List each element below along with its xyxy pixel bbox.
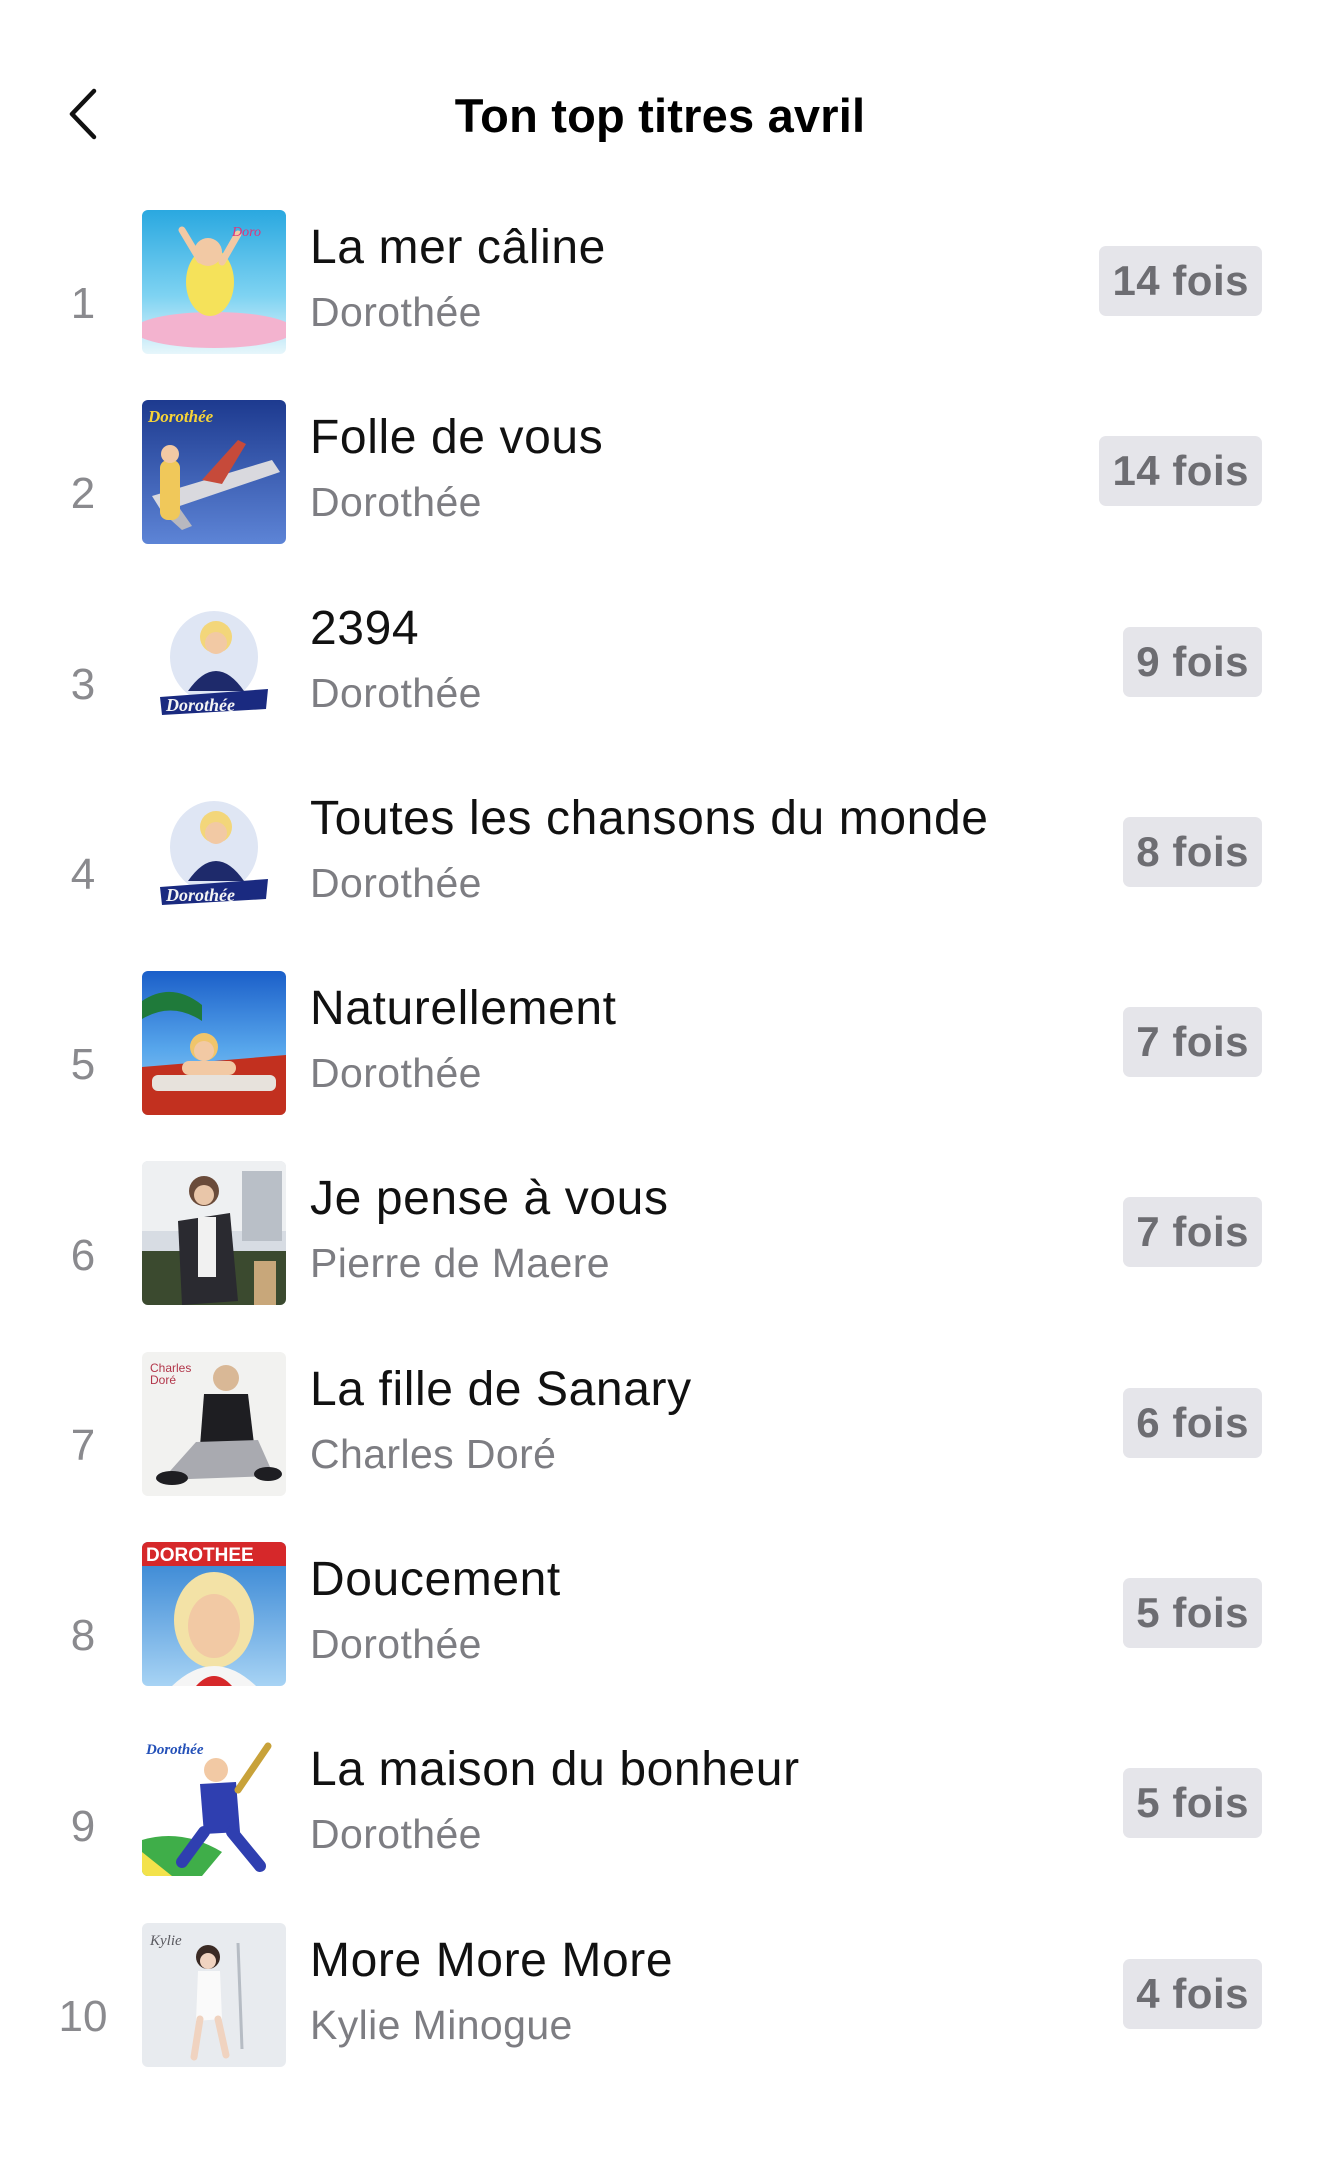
chevron-left-icon bbox=[69, 88, 97, 140]
track-title: La maison du bonheur bbox=[310, 1743, 800, 1797]
track-info: Toutes les chansons du monde Dorothée bbox=[310, 790, 1090, 908]
track-title: More More More bbox=[310, 1933, 674, 1987]
track-rank: 10 bbox=[58, 1991, 108, 2041]
play-count-badge: 4 fois bbox=[1123, 1958, 1262, 2029]
track-info: La maison du bonheur Dorothée bbox=[310, 1741, 1090, 1859]
track-artist: Dorothée bbox=[310, 1621, 482, 1668]
svg-text:Dorothée: Dorothée bbox=[165, 885, 235, 905]
track-row[interactable]: 8 DOROTHEE Doucement Dorothée 5 fois bbox=[0, 1541, 1320, 1731]
track-info: Je pense à vous Pierre de Maere bbox=[310, 1170, 1090, 1288]
album-cover: Dorothée bbox=[142, 590, 286, 735]
track-artist: Dorothée bbox=[310, 479, 482, 526]
play-count-badge: 5 fois bbox=[1123, 1768, 1262, 1839]
play-count-badge: 7 fois bbox=[1123, 1007, 1262, 1078]
svg-text:Doré: Doré bbox=[150, 1373, 176, 1387]
play-count-badge: 5 fois bbox=[1123, 1578, 1262, 1649]
track-title: 2394 bbox=[310, 601, 420, 655]
track-row[interactable]: 3 Dorothée 2394 Dorothée 9 fois bbox=[0, 590, 1320, 780]
track-info: Doucement Dorothée bbox=[310, 1551, 1090, 1669]
play-count-badge: 14 fois bbox=[1099, 246, 1262, 316]
svg-text:Dorothée: Dorothée bbox=[165, 695, 235, 715]
track-artist: Charles Doré bbox=[310, 1430, 557, 1477]
album-cover: Dorothée bbox=[142, 780, 286, 925]
track-row[interactable]: 2 Dorothée Folle de vous Dorothée 14 foi… bbox=[0, 399, 1320, 589]
track-info: La fille de Sanary Charles Doré bbox=[310, 1361, 1090, 1479]
track-artist: Dorothée bbox=[310, 669, 482, 716]
track-rank: 4 bbox=[70, 850, 96, 900]
track-row[interactable]: 6 Je pense à vous Pierre de Maere 7 fois bbox=[0, 1160, 1320, 1350]
album-cover bbox=[142, 971, 286, 1116]
svg-text:Dorothée: Dorothée bbox=[147, 407, 214, 426]
album-cover: Dorothée bbox=[142, 400, 286, 545]
track-artist: Dorothée bbox=[310, 289, 482, 335]
track-rank: 6 bbox=[70, 1230, 96, 1280]
svg-text:Dorothée: Dorothée bbox=[145, 1742, 204, 1758]
track-row[interactable]: 7 Charles Doré La fille de Sanary Charle… bbox=[0, 1351, 1320, 1541]
track-title: La mer câline bbox=[310, 221, 606, 274]
track-info: Folle de vous Dorothée bbox=[310, 409, 1090, 527]
track-artist: Pierre de Maere bbox=[310, 1240, 610, 1287]
track-rank: 1 bbox=[70, 279, 96, 329]
track-title: Folle de vous bbox=[310, 411, 604, 465]
album-cover: Doro bbox=[142, 210, 286, 354]
track-info: 2394 Dorothée bbox=[310, 600, 1090, 718]
play-count-badge: 7 fois bbox=[1123, 1197, 1262, 1268]
track-info: More More More Kylie Minogue bbox=[310, 1932, 1090, 2050]
header: Ton top titres avril bbox=[0, 0, 1320, 190]
album-cover: Kylie bbox=[142, 1922, 286, 2067]
play-count-badge: 14 fois bbox=[1099, 436, 1262, 507]
track-row[interactable]: 9 Dorothée La maison du bonheur Dorothée… bbox=[0, 1731, 1320, 1921]
track-info: Naturellement Dorothée bbox=[310, 980, 1090, 1098]
back-button[interactable] bbox=[50, 76, 116, 152]
page-title: Ton top titres avril bbox=[454, 89, 866, 142]
track-artist: Kylie Minogue bbox=[310, 2001, 573, 2048]
album-cover: Dorothée bbox=[142, 1732, 286, 1877]
play-count-badge: 8 fois bbox=[1123, 816, 1262, 887]
track-artist: Dorothée bbox=[310, 859, 482, 906]
track-title: Toutes les chansons du monde bbox=[310, 791, 989, 845]
play-count-badge: 9 fois bbox=[1123, 626, 1262, 697]
track-title: Naturellement bbox=[310, 982, 617, 1036]
track-rank: 8 bbox=[70, 1611, 96, 1661]
album-cover: Charles Doré bbox=[142, 1351, 286, 1496]
track-row[interactable]: 4 Dorothée Toutes les chansons du monde … bbox=[0, 780, 1320, 970]
track-rank: 3 bbox=[70, 659, 96, 709]
track-rank: 2 bbox=[70, 469, 96, 519]
track-rank: 9 bbox=[70, 1801, 96, 1851]
track-title: Je pense à vous bbox=[310, 1172, 669, 1226]
svg-text:Kylie: Kylie bbox=[149, 1933, 182, 1949]
track-artist: Dorothée bbox=[310, 1050, 482, 1097]
track-row[interactable]: 10 Kylie More More More Kylie Minogue 4 … bbox=[0, 1922, 1320, 2112]
album-cover: DOROTHEE bbox=[142, 1542, 286, 1687]
track-rank: 5 bbox=[70, 1040, 96, 1090]
track-artist: Dorothée bbox=[310, 1811, 482, 1858]
svg-text:Doro: Doro bbox=[231, 225, 261, 240]
svg-text:DOROTHEE: DOROTHEE bbox=[146, 1545, 254, 1566]
track-list: 1 Doro La mer câline Dorothée 14 fois 2 … bbox=[0, 209, 1320, 2112]
play-count-badge: 6 fois bbox=[1123, 1387, 1262, 1458]
track-title: Doucement bbox=[310, 1553, 561, 1607]
track-row[interactable]: 1 Doro La mer câline Dorothée 14 fois bbox=[0, 209, 1320, 399]
track-row[interactable]: 5 Naturellement Dorothée 7 fois bbox=[0, 970, 1320, 1160]
album-cover bbox=[142, 1161, 286, 1306]
track-rank: 7 bbox=[70, 1420, 96, 1470]
track-title: La fille de Sanary bbox=[310, 1362, 692, 1416]
track-info: La mer câline Dorothée bbox=[310, 219, 1090, 337]
